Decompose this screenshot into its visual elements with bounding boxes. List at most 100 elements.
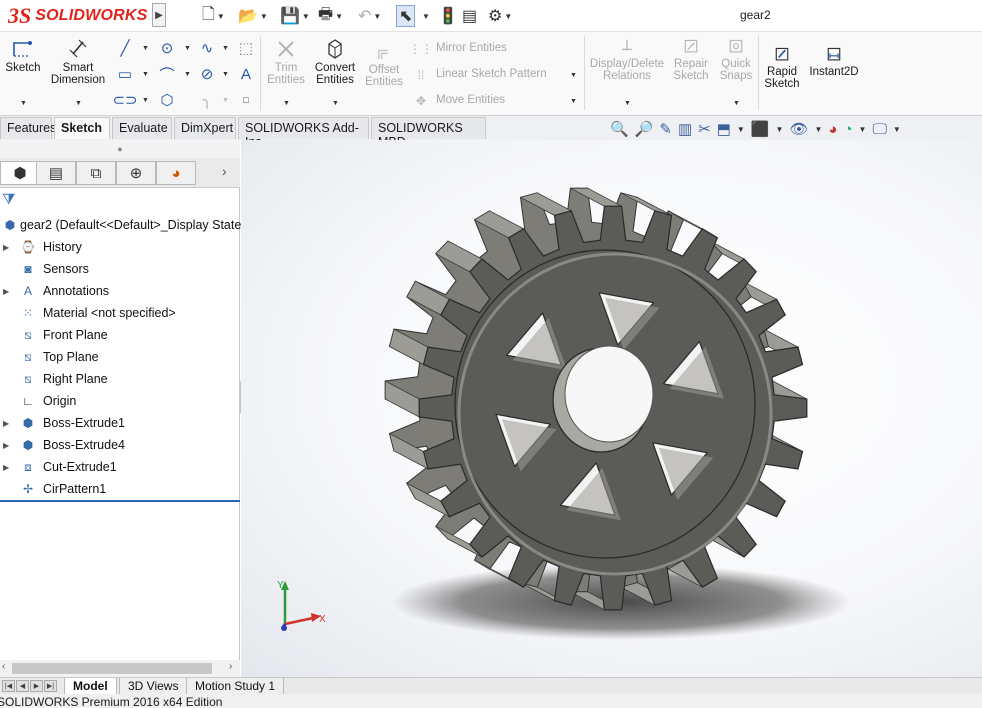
tab-motion-study-1[interactable]: Motion Study 1	[186, 678, 285, 695]
display-delete-relations-button[interactable]: Display/Delete Relations	[588, 38, 666, 82]
property-manager-tab[interactable]: ▤	[36, 161, 76, 185]
chevron-down-icon[interactable]: ▼	[859, 125, 867, 134]
rebuild-button[interactable]: 🚦	[438, 5, 458, 27]
rapid-sketch-button[interactable]: Rapid Sketch	[762, 46, 802, 90]
tree-item-annotations[interactable]: ▶ A Annotations	[0, 280, 240, 302]
chevron-down-icon[interactable]: ▼	[20, 100, 27, 107]
text-icon[interactable]: A	[235, 64, 257, 84]
zoom-to-fit-icon[interactable]: 🔍	[610, 120, 629, 138]
display-style-icon[interactable]: ⬛	[751, 120, 770, 138]
tab-features[interactable]: Features	[0, 117, 56, 139]
chevron-left-icon[interactable]: ‹	[2, 661, 5, 672]
tab-sketch[interactable]: Sketch	[54, 117, 110, 139]
expand-arrow-icon[interactable]: ▶	[3, 463, 9, 472]
tree-item-boss-extrude1[interactable]: ▶ ⬢ Boss-Extrude1	[0, 412, 240, 434]
select-dropdown[interactable]: ▼	[420, 5, 430, 27]
construction-geometry-icon[interactable]: ⬚	[235, 38, 257, 58]
new-document-button[interactable]: 🗋 ▼	[202, 5, 225, 27]
tree-item-front-plane[interactable]: ⧅ Front Plane	[0, 324, 240, 346]
quick-snaps-button[interactable]: Quick Snaps	[716, 38, 756, 82]
chevron-down-icon[interactable]: ▼	[422, 12, 430, 21]
undo-button[interactable]: ↶ ▼	[358, 5, 381, 27]
slot-icon[interactable]: ⊂⊃	[112, 90, 137, 110]
convert-entities-button[interactable]: Convert Entities	[312, 38, 358, 86]
tab-model[interactable]: Model	[64, 678, 117, 695]
chevron-down-icon[interactable]: ▼	[222, 45, 229, 52]
previous-tab-icon[interactable]: ◀	[16, 680, 29, 692]
view-settings-icon[interactable]: 🖵	[872, 121, 886, 138]
repair-sketch-button[interactable]: Repair Sketch	[670, 38, 712, 82]
tab-solidworks-mbd[interactable]: SOLIDWORKS MBD	[371, 117, 486, 149]
first-tab-icon[interactable]: |◀	[2, 680, 15, 692]
chevron-down-icon[interactable]: ▼	[184, 45, 191, 52]
sketch-button[interactable]: Sketch	[4, 38, 42, 74]
tree-item-sensors[interactable]: ◙ Sensors	[0, 258, 240, 280]
display-manager-tab[interactable]: ◕	[156, 161, 196, 185]
select-button[interactable]: ⬉	[396, 5, 416, 27]
chevron-down-icon[interactable]: ▼	[184, 71, 191, 78]
chevron-right-icon[interactable]: ›	[229, 661, 232, 672]
options-button[interactable]: ⚙ ▼	[488, 5, 512, 27]
chevron-down-icon[interactable]: ▼	[335, 12, 343, 21]
tree-item-origin[interactable]: ∟ Origin	[0, 390, 240, 412]
pane-grip[interactable]: ●	[0, 140, 240, 158]
offset-entities-button[interactable]: Offset Entities	[362, 46, 406, 88]
trim-entities-button[interactable]: Trim Entities	[264, 38, 308, 86]
tree-item-cirpattern1[interactable]: ✢ CirPattern1	[0, 478, 240, 500]
chevron-right-icon[interactable]: ›	[222, 163, 227, 179]
point-icon[interactable]: □	[235, 90, 257, 110]
tab-solidworks-add-ins[interactable]: SOLIDWORKS Add-Ins	[238, 117, 369, 149]
section-view-icon[interactable]: ▥	[678, 120, 692, 138]
solidworks-logo[interactable]: 3S SOLIDWORKS	[0, 0, 152, 32]
rollback-bar[interactable]	[0, 500, 240, 502]
chevron-down-icon[interactable]: ▼	[504, 12, 512, 21]
dynamic-annotation-icon[interactable]: ✂	[698, 120, 711, 138]
pane-horizontal-scrollbar[interactable]: ‹ ›	[0, 660, 240, 677]
tab-evaluate[interactable]: Evaluate	[112, 117, 172, 139]
previous-view-icon[interactable]: ✎	[659, 120, 672, 138]
tab-3d-views[interactable]: 3D Views	[119, 678, 188, 695]
chevron-down-icon[interactable]: ▼	[142, 45, 149, 52]
tab-dimxpert[interactable]: DimXpert	[174, 117, 236, 139]
filter-icon[interactable]: ⧩	[2, 191, 15, 208]
chevron-down-icon[interactable]: ▼	[142, 97, 149, 104]
edit-appearance-icon[interactable]: ◕	[828, 121, 837, 138]
rectangle-icon[interactable]: ▭	[114, 64, 136, 84]
chevron-down-icon[interactable]: ▼	[75, 100, 82, 107]
circle-icon[interactable]: ⊙	[156, 38, 178, 58]
instant2d-button[interactable]: Instant2D	[806, 46, 862, 78]
hide-show-items-icon[interactable]: 👁	[789, 120, 808, 138]
chevron-down-icon[interactable]: ▼	[733, 100, 740, 107]
file-properties-button[interactable]: ▤	[462, 5, 477, 27]
chevron-down-icon[interactable]: ▼	[776, 125, 784, 134]
next-tab-icon[interactable]: ▶	[30, 680, 43, 692]
chevron-down-icon[interactable]: ▼	[222, 71, 229, 78]
save-button[interactable]: 💾 ▼	[280, 5, 310, 27]
spline-icon[interactable]: ∿	[196, 38, 218, 58]
line-icon[interactable]: ╱	[114, 38, 136, 58]
tree-item-boss-extrude4[interactable]: ▶ ⬢ Boss-Extrude4	[0, 434, 240, 456]
tree-item-cut-extrude1[interactable]: ▶ ⧈ Cut-Extrude1	[0, 456, 240, 478]
chevron-down-icon[interactable]: ▼	[283, 100, 290, 107]
tree-root-part[interactable]: ⬢ gear2 (Default<<Default>_Display State…	[0, 214, 252, 236]
menu-expand-arrow-icon[interactable]: ▶	[152, 3, 166, 27]
polygon-icon[interactable]: ⬡	[156, 90, 178, 110]
chevron-down-icon[interactable]: ▼	[814, 125, 822, 134]
chevron-down-icon[interactable]: ▼	[893, 125, 901, 134]
expand-arrow-icon[interactable]: ▶	[3, 441, 9, 450]
dimxpert-manager-tab[interactable]: ⊕	[116, 161, 156, 185]
chevron-down-icon[interactable]: ▼	[570, 72, 577, 79]
chevron-down-icon[interactable]: ▼	[217, 12, 225, 21]
tree-item-material[interactable]: ⁙ Material <not specified>	[0, 302, 240, 324]
view-orientation-icon[interactable]: ⬒	[717, 120, 731, 138]
tree-item-right-plane[interactable]: ⧅ Right Plane	[0, 368, 240, 390]
move-entities-button[interactable]: Move Entities	[436, 94, 505, 106]
tree-item-top-plane[interactable]: ⧅ Top Plane	[0, 346, 240, 368]
gear-model[interactable]	[241, 140, 982, 677]
mirror-entities-button[interactable]: Mirror Entities	[436, 42, 507, 54]
arc-icon[interactable]: ⌒	[156, 64, 178, 84]
expand-arrow-icon[interactable]: ▶	[3, 419, 9, 428]
graphics-area[interactable]: Y X	[241, 140, 982, 677]
chevron-down-icon[interactable]: ▼	[222, 97, 229, 104]
apply-scene-icon[interactable]: ◔	[843, 121, 852, 138]
